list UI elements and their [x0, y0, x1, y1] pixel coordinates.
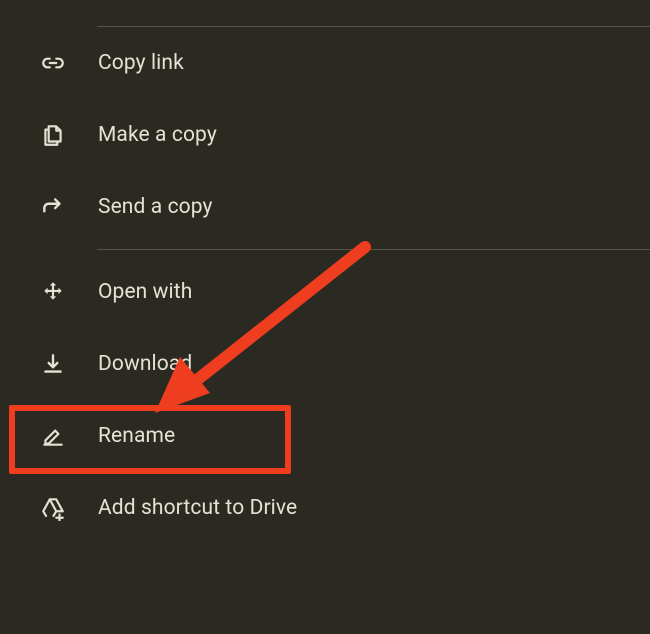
menu-item-label: Make a copy: [98, 123, 217, 147]
pencil-line-icon: [40, 423, 66, 449]
link-icon: [40, 50, 66, 76]
download-icon: [40, 351, 66, 377]
menu-item-download[interactable]: Download: [0, 328, 650, 400]
menu-item-label: Open with: [98, 280, 192, 304]
menu-item-label: Send a copy: [98, 195, 213, 219]
menu-item-make-copy[interactable]: Make a copy: [0, 99, 650, 171]
file-copy-icon: [40, 122, 66, 148]
arrow-forward-icon: [40, 194, 66, 220]
menu-item-copy-link[interactable]: Copy link: [0, 27, 650, 99]
divider: [97, 249, 650, 250]
context-menu: Copy link Make a copy Send a copy Ope: [0, 0, 650, 544]
menu-item-rename[interactable]: Rename: [0, 400, 650, 472]
menu-item-label: Rename: [98, 424, 175, 448]
move-arrows-icon: [40, 279, 66, 305]
menu-item-add-shortcut[interactable]: Add shortcut to Drive: [0, 472, 650, 544]
menu-item-open-with[interactable]: Open with: [0, 256, 650, 328]
menu-item-label: Add shortcut to Drive: [98, 496, 297, 520]
menu-item-send-copy[interactable]: Send a copy: [0, 171, 650, 243]
drive-add-icon: [40, 495, 66, 521]
menu-item-label: Copy link: [98, 51, 184, 75]
menu-item-label: Download: [98, 352, 192, 376]
